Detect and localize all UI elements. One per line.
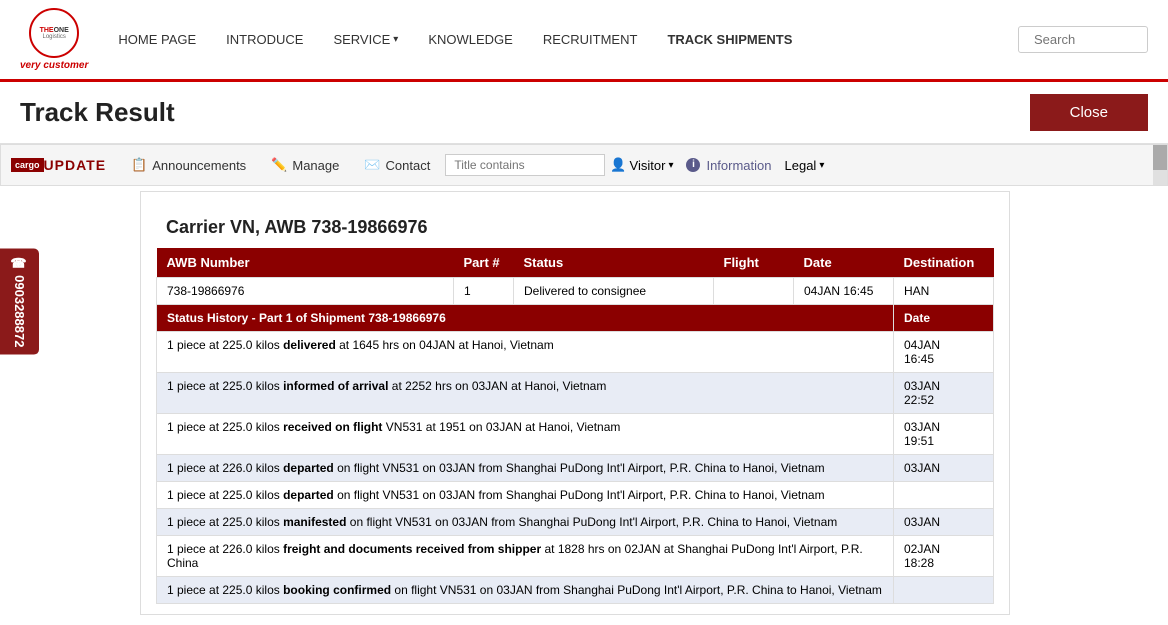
cargo-contact[interactable]: ✉️ Contact [354, 152, 440, 178]
scrollbar[interactable] [1153, 145, 1167, 185]
person-icon: 👤 [610, 157, 626, 173]
awb-data-row: 738-19866976 1 Delivered to consignee 04… [157, 278, 994, 305]
cargo-nav-bar: cargo UPDATE 📋 Announcements ✏️ Manage ✉… [0, 144, 1168, 186]
cargo-logo[interactable]: cargo UPDATE [11, 157, 106, 173]
manage-label: Manage [292, 158, 339, 173]
visitor-label: Visitor [630, 158, 666, 173]
history-row-5: 1 piece at 225.0 kilos manifested on fli… [157, 509, 994, 536]
history-row-7: 1 piece at 225.0 kilos booking confirmed… [157, 577, 994, 604]
col-status: Status [514, 248, 714, 278]
nav-knowledge[interactable]: KNOWLEDGE [428, 32, 513, 47]
scrollbar-thumb[interactable] [1153, 145, 1167, 170]
history-date-header: Date [894, 305, 994, 332]
awb-number: 738-19866976 [157, 278, 454, 305]
history-text-0: 1 piece at 225.0 kilos delivered at 1645… [157, 332, 894, 373]
history-row-2: 1 piece at 225.0 kilos received on fligh… [157, 414, 994, 455]
history-text-2: 1 piece at 225.0 kilos received on fligh… [157, 414, 894, 455]
history-row-3: 1 piece at 226.0 kilos departed on fligh… [157, 455, 994, 482]
history-row-0: 1 piece at 225.0 kilos delivered at 1645… [157, 332, 994, 373]
date-value: 04JAN 16:45 [794, 278, 894, 305]
history-date-6: 02JAN 18:28 [894, 536, 994, 577]
col-dest: Destination [894, 248, 994, 278]
carrier-title: Carrier VN, AWB 738-19866976 [166, 217, 994, 238]
history-date-4 [894, 482, 994, 509]
visitor-dropdown[interactable]: 👤 Visitor ▾ [610, 157, 673, 173]
tracking-table: AWB Number Part # Status Flight Date Des… [156, 248, 994, 604]
page-title-bar: Track Result Close [0, 82, 1168, 144]
visitor-chevron-icon: ▾ [668, 160, 673, 171]
contact-icon: ✉️ [364, 157, 380, 173]
legal-label: Legal [785, 158, 817, 173]
phone-number: ☎ 0903288872 [12, 256, 27, 347]
information-label: Information [706, 158, 771, 173]
history-header-text: Status History - Part 1 of Shipment 738-… [157, 305, 894, 332]
history-text-1: 1 piece at 225.0 kilos informed of arriv… [157, 373, 894, 414]
cargo-announcements[interactable]: 📋 Announcements [121, 152, 256, 178]
nav-service[interactable]: SERVICE ▾ [333, 32, 398, 47]
nav-home[interactable]: HOME PAGE [118, 32, 196, 47]
tagline: very customer [20, 60, 88, 71]
col-part: Part # [454, 248, 514, 278]
legal-chevron-icon: ▾ [819, 160, 824, 171]
history-text-7: 1 piece at 225.0 kilos booking confirmed… [157, 577, 894, 604]
nav-introduce[interactable]: INTRODUCE [226, 32, 303, 47]
logo[interactable]: THEONE Logistics very customer [20, 8, 88, 71]
info-icon: i [686, 158, 700, 172]
history-date-3: 03JAN [894, 455, 994, 482]
col-awb: AWB Number [157, 248, 454, 278]
manage-icon: ✏️ [271, 157, 287, 173]
col-flight: Flight [714, 248, 794, 278]
flight-value [714, 278, 794, 305]
history-row-1: 1 piece at 225.0 kilos informed of arriv… [157, 373, 994, 414]
history-text-5: 1 piece at 225.0 kilos manifested on fli… [157, 509, 894, 536]
cargo-nav-items: 📋 Announcements ✏️ Manage ✉️ Contact 👤 V… [121, 152, 824, 178]
history-text-6: 1 piece at 226.0 kilos freight and docum… [157, 536, 894, 577]
title-search-input[interactable] [445, 154, 605, 176]
service-chevron-icon: ▾ [393, 34, 398, 45]
contact-label: Contact [386, 158, 431, 173]
legal-dropdown[interactable]: Legal ▾ [785, 158, 825, 173]
announcements-label: Announcements [152, 158, 246, 173]
history-date-2: 03JAN 19:51 [894, 414, 994, 455]
cargo-logo-update: UPDATE [44, 157, 107, 173]
status-value: Delivered to consignee [514, 278, 714, 305]
search-input[interactable] [1018, 26, 1148, 53]
tracking-panel: Carrier VN, AWB 738-19866976 AWB Number … [140, 191, 1010, 615]
history-text-3: 1 piece at 226.0 kilos departed on fligh… [157, 455, 894, 482]
history-text-4: 1 piece at 225.0 kilos departed on fligh… [157, 482, 894, 509]
part-number: 1 [454, 278, 514, 305]
history-header-row: Status History - Part 1 of Shipment 738-… [157, 305, 994, 332]
destination-value: HAN [894, 278, 994, 305]
cargo-manage[interactable]: ✏️ Manage [261, 152, 349, 178]
top-nav: THEONE Logistics very customer HOME PAGE… [0, 0, 1168, 82]
nav-links: HOME PAGE INTRODUCE SERVICE ▾ KNOWLEDGE … [118, 32, 1018, 47]
nav-recruitment[interactable]: RECRUITMENT [543, 32, 638, 47]
history-date-1: 03JAN 22:52 [894, 373, 994, 414]
tracking-content: Carrier VN, AWB 738-19866976 AWB Number … [0, 186, 1168, 625]
close-button[interactable]: Close [1030, 94, 1148, 131]
nav-track[interactable]: TRACK SHIPMENTS [667, 32, 792, 47]
history-date-0: 04JAN 16:45 [894, 332, 994, 373]
history-date-7 [894, 577, 994, 604]
history-row-4: 1 piece at 225.0 kilos departed on fligh… [157, 482, 994, 509]
cargo-logo-prefix: cargo [11, 158, 44, 172]
page-title: Track Result [20, 97, 175, 128]
col-date: Date [794, 248, 894, 278]
phone-badge[interactable]: ☎ 0903288872 [0, 248, 39, 355]
information-item[interactable]: i Information [686, 158, 771, 173]
announcements-icon: 📋 [131, 157, 147, 173]
history-date-5: 03JAN [894, 509, 994, 536]
history-row-6: 1 piece at 226.0 kilos freight and docum… [157, 536, 994, 577]
table-header-row: AWB Number Part # Status Flight Date Des… [157, 248, 994, 278]
